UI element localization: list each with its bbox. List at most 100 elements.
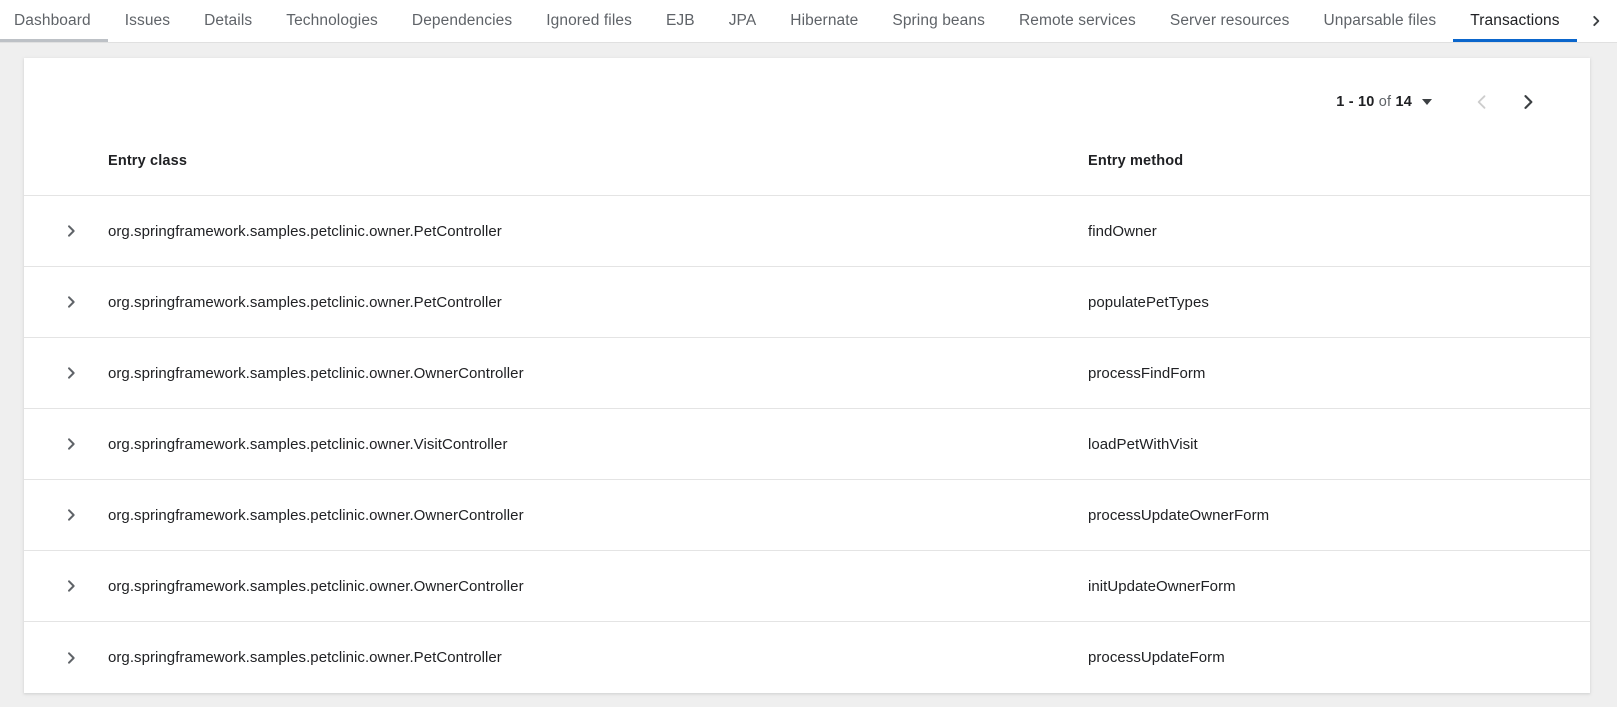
chevron-right-icon — [63, 578, 79, 594]
chevron-right-icon — [63, 294, 79, 310]
expand-row-button[interactable] — [58, 645, 84, 671]
chevron-right-icon — [1518, 92, 1538, 112]
tab-underline — [529, 39, 649, 42]
table-body: org.springframework.samples.petclinic.ow… — [24, 196, 1590, 693]
tab-underline — [395, 39, 529, 42]
tab-label: Transactions — [1470, 12, 1559, 30]
row-toggle-cell — [24, 573, 108, 599]
table-row[interactable]: org.springframework.samples.petclinic.ow… — [24, 480, 1590, 551]
expand-row-button[interactable] — [58, 289, 84, 315]
table-row[interactable]: org.springframework.samples.petclinic.ow… — [24, 267, 1590, 338]
cell-entry-method: initUpdateOwnerForm — [1088, 578, 1590, 595]
table-row[interactable]: org.springframework.samples.petclinic.ow… — [24, 338, 1590, 409]
tab-label: JPA — [729, 12, 757, 30]
tab-dashboard[interactable]: Dashboard — [0, 0, 108, 42]
tab-label: EJB — [666, 12, 695, 30]
tab-remote-services[interactable]: Remote services — [1002, 0, 1153, 42]
row-toggle-cell — [24, 502, 108, 528]
tab-details[interactable]: Details — [187, 0, 269, 42]
cell-entry-class: org.springframework.samples.petclinic.ow… — [108, 365, 1088, 382]
chevron-right-icon — [63, 223, 79, 239]
tab-scroll-right-button[interactable] — [1583, 0, 1617, 42]
paginator-of-label: of — [1379, 94, 1392, 110]
expand-row-button[interactable] — [58, 218, 84, 244]
cell-entry-class: org.springframework.samples.petclinic.ow… — [108, 294, 1088, 311]
row-toggle-cell — [24, 645, 108, 671]
tab-underline — [1002, 39, 1153, 42]
paginator-range-end: 10 — [1358, 94, 1375, 110]
tab-label: Server resources — [1170, 12, 1290, 30]
tab-technologies[interactable]: Technologies — [269, 0, 395, 42]
tab-underline — [0, 39, 108, 42]
tab-list: Dashboard Issues Details Technologies Depend… — [0, 0, 1583, 42]
tab-underline — [649, 39, 712, 42]
tab-label: Dashboard — [14, 12, 91, 30]
paginator-range-label: 1 - 10 of 14 — [1336, 94, 1412, 110]
tab-underline — [1453, 39, 1576, 42]
paginator: 1 - 10 of 14 — [1336, 82, 1548, 122]
cell-entry-class: org.springframework.samples.petclinic.ow… — [108, 649, 1088, 666]
tab-underline — [1307, 39, 1454, 42]
tab-label: Technologies — [286, 12, 378, 30]
tab-underline — [712, 39, 774, 42]
tab-unparsable-files[interactable]: Unparsable files — [1307, 0, 1454, 42]
cell-entry-method: processFindForm — [1088, 365, 1590, 382]
tab-ejb[interactable]: EJB — [649, 0, 712, 42]
caret-down-icon[interactable] — [1422, 99, 1432, 105]
tab-label: Dependencies — [412, 12, 512, 30]
cell-entry-method: populatePetTypes — [1088, 294, 1590, 311]
tab-spring-beans[interactable]: Spring beans — [875, 0, 1002, 42]
table-header-row: Entry class Entry method — [24, 146, 1590, 196]
tab-underline — [773, 39, 875, 42]
chevron-left-icon — [1472, 92, 1492, 112]
tab-underline — [187, 39, 269, 42]
cell-entry-method: loadPetWithVisit — [1088, 436, 1590, 453]
tab-underline — [875, 39, 1002, 42]
previous-page-button[interactable] — [1462, 82, 1502, 122]
tab-label: Details — [204, 12, 252, 30]
expand-row-button[interactable] — [58, 573, 84, 599]
column-header-entry-method[interactable]: Entry method — [1088, 146, 1590, 169]
cell-entry-class: org.springframework.samples.petclinic.ow… — [108, 223, 1088, 240]
expand-row-button[interactable] — [58, 502, 84, 528]
cell-entry-method: processUpdateForm — [1088, 649, 1590, 666]
chevron-right-icon — [63, 507, 79, 523]
tab-label: Issues — [125, 12, 170, 30]
tab-label: Ignored files — [546, 12, 632, 30]
row-toggle-cell — [24, 289, 108, 315]
tab-jpa[interactable]: JPA — [712, 0, 774, 42]
tab-ignored-files[interactable]: Ignored files — [529, 0, 649, 42]
tab-bar: Dashboard Issues Details Technologies Depend… — [0, 0, 1617, 43]
paginator-total: 14 — [1395, 94, 1412, 110]
tab-label: Spring beans — [892, 12, 985, 30]
cell-entry-method: findOwner — [1088, 223, 1590, 240]
tab-dependencies[interactable]: Dependencies — [395, 0, 529, 42]
expand-row-button[interactable] — [58, 360, 84, 386]
expand-row-button[interactable] — [58, 431, 84, 457]
next-page-button[interactable] — [1508, 82, 1548, 122]
table-row[interactable]: org.springframework.samples.petclinic.ow… — [24, 622, 1590, 693]
row-toggle-cell — [24, 218, 108, 244]
tab-hibernate[interactable]: Hibernate — [773, 0, 875, 42]
table-row[interactable]: org.springframework.samples.petclinic.ow… — [24, 196, 1590, 267]
row-toggle-cell — [24, 431, 108, 457]
tab-issues[interactable]: Issues — [108, 0, 187, 42]
chevron-right-icon — [1589, 14, 1603, 28]
tab-underline — [108, 39, 187, 42]
transactions-card: 1 - 10 of 14 Entry class — [24, 58, 1590, 693]
tab-transactions[interactable]: Transactions — [1453, 0, 1576, 42]
column-header-entry-class[interactable]: Entry class — [108, 146, 1088, 169]
cell-entry-method: processUpdateOwnerForm — [1088, 507, 1590, 524]
paginator-range-separator: - — [1344, 94, 1358, 110]
tab-server-resources[interactable]: Server resources — [1153, 0, 1307, 42]
table-row[interactable]: org.springframework.samples.petclinic.ow… — [24, 409, 1590, 480]
table-row[interactable]: org.springframework.samples.petclinic.ow… — [24, 551, 1590, 622]
cell-entry-class: org.springframework.samples.petclinic.ow… — [108, 436, 1088, 453]
tab-label: Hibernate — [790, 12, 858, 30]
tab-underline — [269, 39, 395, 42]
chevron-right-icon — [63, 436, 79, 452]
row-toggle-cell — [24, 360, 108, 386]
tab-label: Unparsable files — [1324, 12, 1437, 30]
tab-underline — [1153, 39, 1307, 42]
cell-entry-class: org.springframework.samples.petclinic.ow… — [108, 507, 1088, 524]
